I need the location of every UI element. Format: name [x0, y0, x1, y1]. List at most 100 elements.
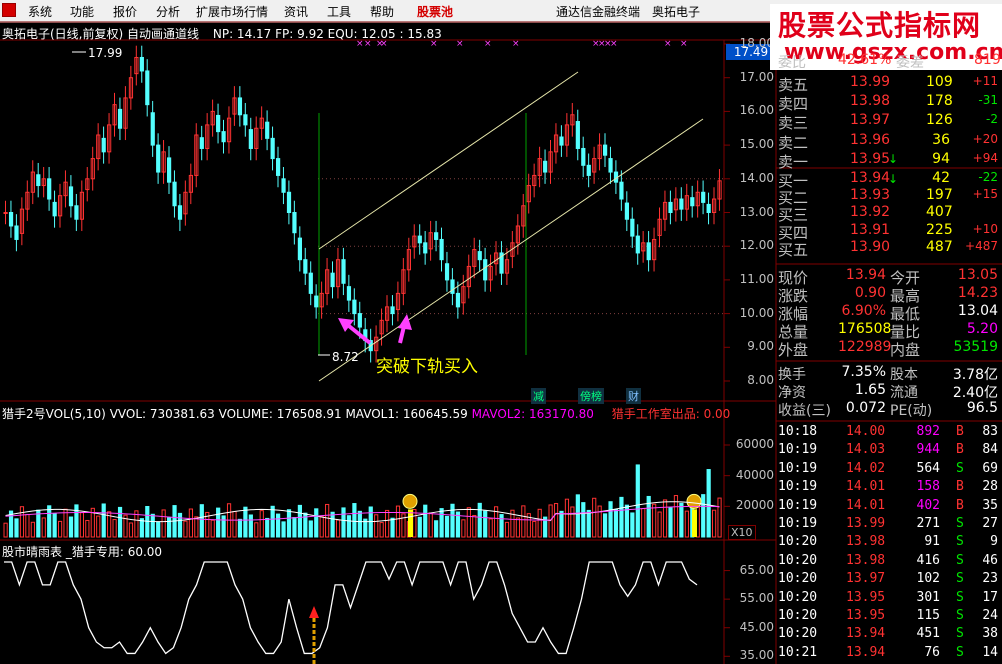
- volume-bar: [325, 503, 330, 538]
- tick-side: S: [956, 644, 964, 660]
- volume-bar: [717, 497, 722, 538]
- stat-value-0: 13.94: [845, 267, 886, 283]
- volume-bar: [603, 513, 608, 538]
- volume-bar: [3, 522, 8, 538]
- volume-bar: [532, 520, 537, 538]
- price-tick: 12.00: [739, 238, 774, 253]
- volume-bar: [613, 509, 619, 538]
- price-tick: 15.00: [739, 137, 774, 152]
- volume-bar: [581, 502, 586, 538]
- tick-count: 23: [982, 571, 998, 587]
- stat2-value2-2: 96.5: [966, 400, 998, 416]
- price-tick: 16.00: [739, 103, 774, 118]
- candle-body: [706, 203, 711, 214]
- ask-price-4: 13.98: [850, 93, 891, 110]
- tick-row[interactable]: 10:19 14.01 402 B 35: [776, 498, 1002, 516]
- candle-body: [346, 286, 352, 301]
- tick-row[interactable]: 10:19 14.03 944 B 84: [776, 442, 1002, 460]
- tick-row[interactable]: 10:20 13.98 91 S 9: [776, 534, 1002, 552]
- volume-bar: [237, 518, 243, 538]
- volume-bar: [177, 512, 183, 538]
- marker-reduce[interactable]: 减: [531, 388, 546, 404]
- tick-price: 13.98: [846, 552, 886, 568]
- ask-change-2: +20: [972, 131, 998, 146]
- volume-bar: [139, 518, 144, 538]
- bid-price-1: 13.94: [850, 170, 891, 186]
- tick-side: S: [956, 571, 964, 587]
- ask-volume-5: 109: [926, 74, 953, 90]
- candle-body: [417, 235, 422, 244]
- candle-body: [630, 218, 635, 237]
- price-tick: 13.00: [739, 204, 774, 219]
- kline-header: 奥拓电子(日线,前复权) 自动画通道线 NP: 14.17 FP: 9.92 E…: [2, 25, 442, 42]
- volume-bar: [592, 497, 597, 538]
- marker-rank[interactable]: 傍榜: [578, 388, 604, 404]
- bid-volume-4: 225: [926, 221, 953, 238]
- volume-bar: [25, 513, 30, 538]
- volume-bar: [308, 520, 313, 538]
- tick-row[interactable]: 10:19 14.01 158 B 28: [776, 479, 1002, 497]
- tick-price: 13.95: [846, 608, 886, 623]
- ask-change-4: -31: [978, 93, 998, 108]
- volume-bar: [586, 509, 591, 538]
- volume-bar: [330, 511, 335, 538]
- volume-bar: [553, 503, 559, 538]
- volume-bar: [439, 508, 444, 538]
- stat-value2-1: 14.23: [957, 285, 998, 301]
- candle-body: [36, 174, 41, 187]
- volume-bar: [472, 514, 477, 538]
- volume-bar: [292, 517, 297, 538]
- volume-bar: [619, 496, 624, 538]
- tick-side: S: [956, 589, 964, 605]
- tick-row[interactable]: 10:21 13.94 76 S 14: [776, 645, 1002, 663]
- stat2-value-0: 7.35%: [841, 364, 886, 380]
- tick-volume: 451: [916, 626, 940, 642]
- bid-volume-1: 42: [932, 170, 950, 186]
- candle-body: [243, 114, 248, 126]
- oscillator-line: [4, 561, 698, 655]
- tick-count: 69: [982, 460, 998, 476]
- volume-bar: [101, 503, 106, 538]
- tick-count: 14: [982, 644, 998, 660]
- highlight-volume-bar: [692, 509, 697, 537]
- tick-side: S: [956, 516, 964, 531]
- candle-body: [341, 259, 346, 284]
- candle-body: [581, 147, 586, 166]
- tick-row[interactable]: 10:20 13.94 451 S 38: [776, 626, 1002, 644]
- tick-price: 14.01: [846, 497, 886, 513]
- tick-row[interactable]: 10:19 13.99 271 S 27: [776, 516, 1002, 534]
- tick-row[interactable]: 10:20 13.95 301 S 17: [776, 590, 1002, 608]
- volume-unit: X10: [728, 525, 756, 540]
- tick-time: 10:20: [778, 552, 818, 568]
- tick-row[interactable]: 10:20 13.95 115 S 24: [776, 608, 1002, 626]
- candle-body: [139, 56, 144, 72]
- ask-volume-4: 178: [926, 93, 953, 110]
- tick-volume: 76: [924, 644, 940, 660]
- ask-change-1: +94: [972, 150, 998, 165]
- volume-bar: [706, 469, 711, 538]
- stat-value2-4: 53519: [953, 339, 998, 355]
- tick-row[interactable]: 10:18 14.00 892 B 83: [776, 424, 1002, 442]
- volume-bar: [216, 507, 221, 538]
- tick-row[interactable]: 10:20 13.98 416 S 46: [776, 553, 1002, 571]
- volume-bar: [537, 508, 542, 538]
- marker-finance[interactable]: 财: [626, 388, 641, 404]
- tick-count: 28: [982, 479, 998, 495]
- tick-row[interactable]: 10:19 14.02 564 S 69: [776, 461, 1002, 479]
- candle-body: [265, 121, 270, 139]
- tick-row[interactable]: 10:20 13.97 102 S 23: [776, 571, 1002, 589]
- tick-volume: 402: [916, 497, 940, 513]
- candle-body: [357, 313, 362, 328]
- volume-bar: [499, 514, 504, 538]
- candle-body: [603, 144, 608, 156]
- candle-body: [390, 306, 395, 315]
- volume-bar: [559, 510, 564, 538]
- candle-body: [575, 121, 580, 149]
- bid-volume-3: 407: [926, 204, 953, 221]
- stat2-label-1: 净资: [778, 385, 806, 401]
- candle-body: [156, 144, 161, 173]
- stat2-label-0: 换手: [778, 367, 806, 383]
- volume-bar: [128, 522, 134, 538]
- volume-bar: [58, 520, 63, 538]
- ask-label-5: 卖五: [778, 76, 809, 94]
